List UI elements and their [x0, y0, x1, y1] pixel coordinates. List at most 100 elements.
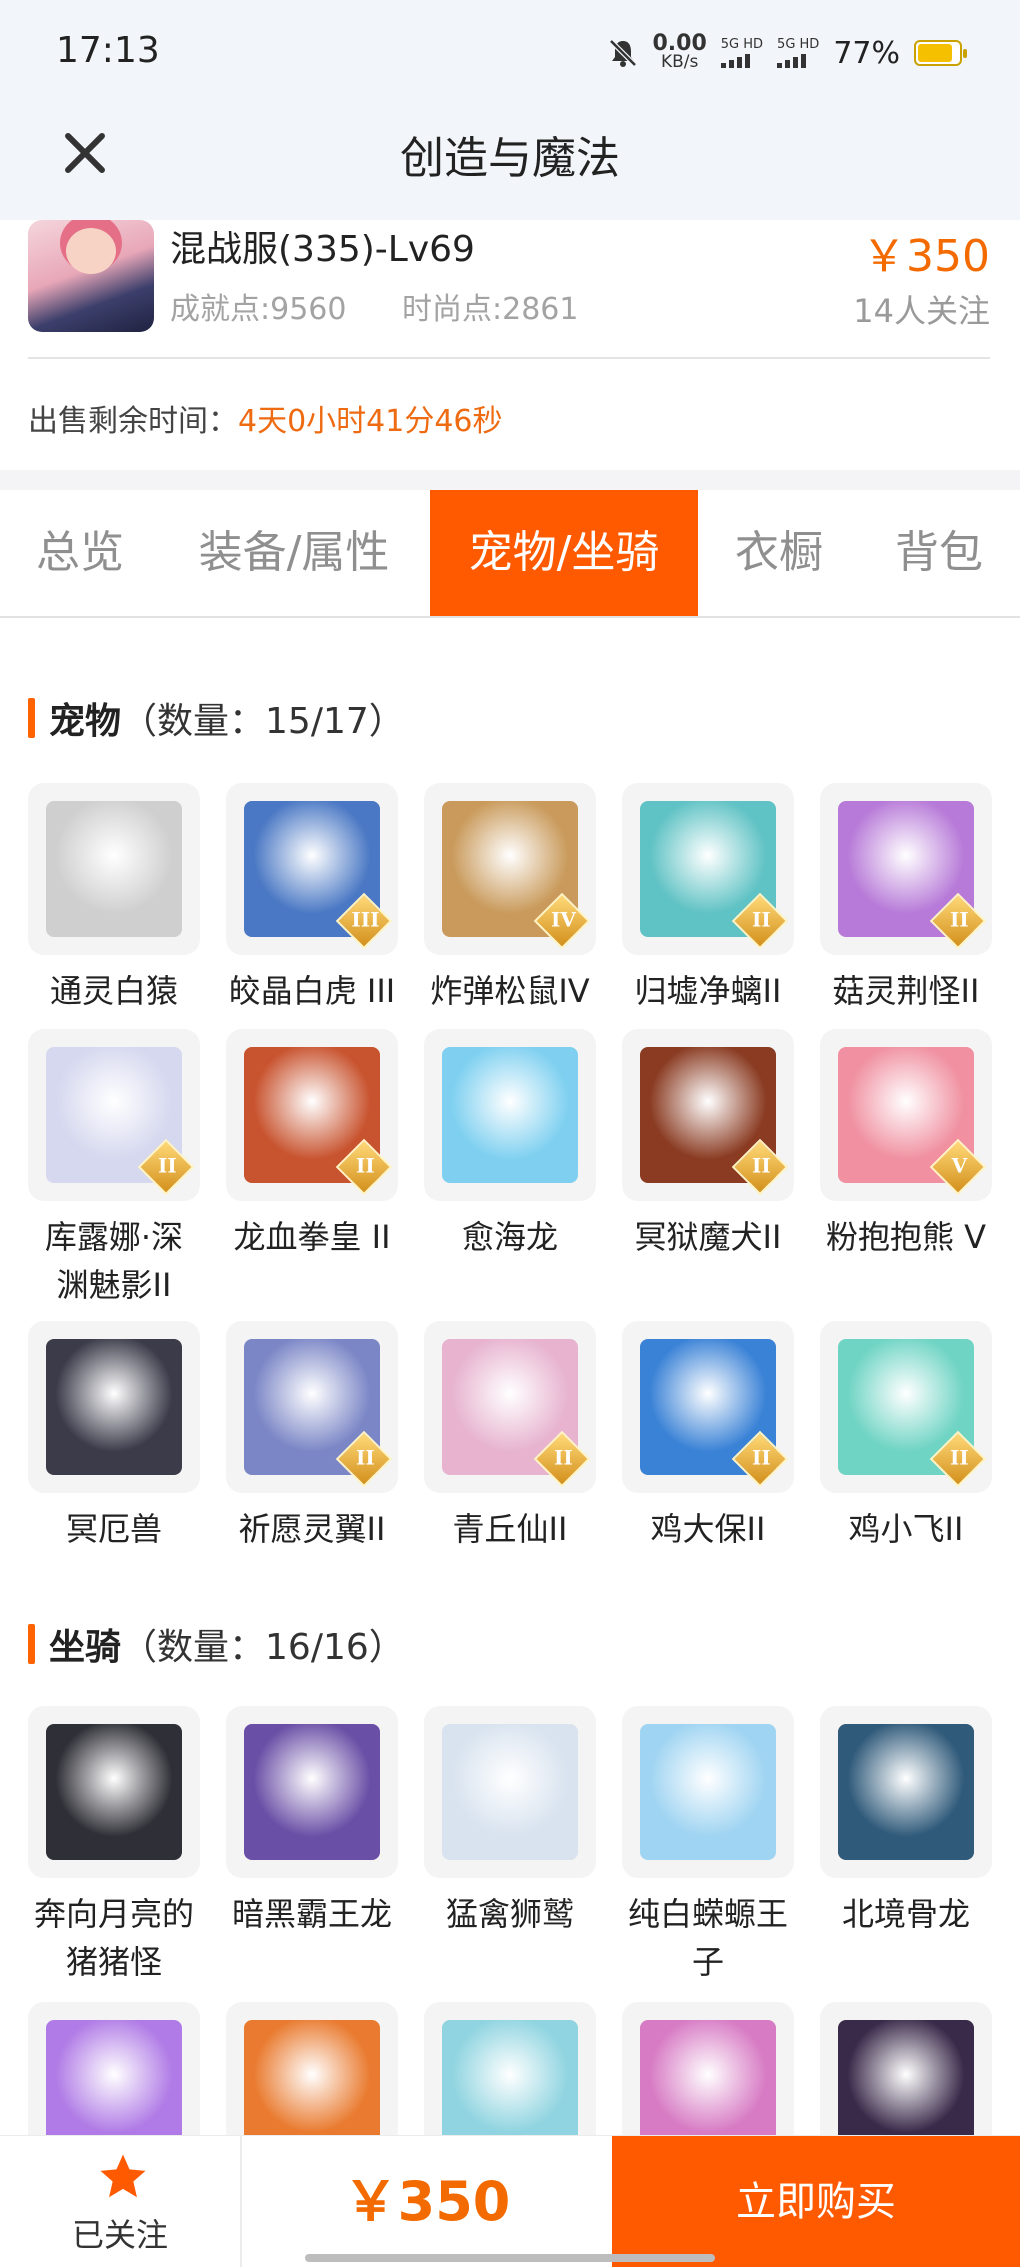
character-avatar — [28, 220, 154, 332]
pet-item[interactable]: II 青丘仙II — [424, 1321, 596, 1553]
fashion-points: 时尚点:2861 — [402, 292, 579, 327]
star-icon — [100, 2154, 146, 2198]
pet-name: 鸡小飞II — [848, 1510, 964, 1548]
home-indicator[interactable] — [305, 2254, 715, 2262]
pet-item[interactable]: II 库露娜·深渊魅影II — [28, 1029, 200, 1309]
bottom-price: ￥350 — [343, 2170, 511, 2233]
creature-image — [442, 1724, 578, 1860]
creature-image — [442, 1047, 578, 1183]
pet-thumbnail: II — [622, 1321, 794, 1493]
pet-name: 皎晶白虎 III — [228, 972, 396, 1010]
divider — [28, 357, 990, 359]
listing-price: ￥350 — [862, 231, 990, 282]
pet-thumbnail: II — [820, 1321, 992, 1493]
remaining-time: 出售剩余时间：4天0小时41分46秒 — [28, 404, 503, 439]
battery-percent: 77% — [833, 35, 900, 71]
mount-name: 奔向月亮的猪猪怪 — [33, 1895, 194, 1981]
mount-item[interactable]: 纯白蝾螈王子 — [622, 1706, 794, 1986]
page-title: 创造与魔法 — [400, 133, 620, 184]
tab-bar: 总览 装备/属性 宠物/坐骑 衣橱 背包 — [0, 490, 1020, 618]
pet-item[interactable]: II 鸡大保II — [622, 1321, 794, 1553]
creature-image — [46, 1339, 182, 1475]
mount-name: 纯白蝾螈王子 — [627, 1895, 788, 1981]
top-area: 17:13 0.00 KB/s 5G HD 5G HD 77% 创造与魔法 — [0, 0, 1020, 220]
mount-thumbnail — [226, 1706, 398, 1878]
bell-off-icon — [608, 39, 637, 67]
pet-thumbnail: II — [424, 1321, 596, 1493]
mount-thumbnail — [28, 1706, 200, 1878]
pet-item[interactable]: II 归墟净螭II — [622, 783, 794, 1015]
pet-item[interactable]: II 鸡小飞II — [820, 1321, 992, 1553]
tab-pets-mounts[interactable]: 宠物/坐骑 — [430, 490, 698, 616]
status-time: 17:13 — [56, 30, 160, 71]
achievement-points: 成就点:9560 — [170, 292, 347, 327]
signal-sim1: 5G HD — [720, 38, 763, 68]
signal-sim2: 5G HD — [777, 38, 819, 68]
creature-image — [46, 801, 182, 937]
follower-count: 14人关注 — [853, 292, 990, 330]
mount-thumbnail — [622, 1706, 794, 1878]
pet-item[interactable]: 通灵白猿 — [28, 783, 200, 1015]
pet-name: 粉抱抱熊 V — [825, 1218, 987, 1256]
tab-backpack[interactable]: 背包 — [874, 490, 1004, 616]
mount-item[interactable]: 猛禽狮鹫 — [424, 1706, 596, 1938]
tab-equipment[interactable]: 装备/属性 — [182, 490, 406, 616]
pet-item[interactable]: II 祈愿灵翼II — [226, 1321, 398, 1553]
pet-thumbnail: II — [28, 1029, 200, 1201]
pet-item[interactable]: II 冥狱魔犬II — [622, 1029, 794, 1261]
pet-thumbnail: II — [622, 1029, 794, 1201]
tab-wardrobe[interactable]: 衣橱 — [714, 490, 844, 616]
pet-name: 归墟净螭II — [634, 972, 782, 1010]
pet-item[interactable]: III 皎晶白虎 III — [226, 783, 398, 1015]
net-speed: 0.00 KB/s — [652, 31, 707, 72]
pet-thumbnail — [28, 783, 200, 955]
tab-overview[interactable]: 总览 — [8, 490, 152, 616]
mounts-section-title: 坐骑 （数量：16/16） — [28, 1618, 405, 1670]
creature-image — [244, 1724, 380, 1860]
pet-name: 青丘仙II — [452, 1510, 568, 1548]
mount-item[interactable]: 暗黑霸王龙 — [226, 1706, 398, 1938]
signal-icon — [720, 52, 750, 68]
pet-item[interactable]: II 菇灵荆怪II — [820, 783, 992, 1015]
mount-name: 猛禽狮鹫 — [445, 1895, 574, 1933]
character-card: 混战服(335)-Lv69 成就点:9560 时尚点:2861 ￥350 14人… — [0, 220, 1020, 470]
pet-item[interactable]: 冥厄兽 — [28, 1321, 200, 1553]
mount-thumbnail — [820, 1706, 992, 1878]
pet-item[interactable]: II 龙血拳皇 II — [226, 1029, 398, 1261]
pet-name: 冥狱魔犬II — [634, 1218, 782, 1256]
pet-thumbnail: V — [820, 1029, 992, 1201]
mount-item[interactable]: 北境骨龙 — [820, 1706, 992, 1938]
pets-section-title: 宠物 （数量：15/17） — [28, 692, 405, 744]
pet-item[interactable]: V 粉抱抱熊 V — [820, 1029, 992, 1261]
status-bar: 17:13 0.00 KB/s 5G HD 5G HD 77% — [0, 0, 1020, 108]
pet-name: 炸弹松鼠IV — [430, 972, 590, 1010]
buy-now-button[interactable]: 立即购买 — [612, 2136, 1020, 2267]
pet-name: 龙血拳皇 II — [233, 1218, 391, 1256]
character-name: 混战服(335)-Lv69 — [170, 229, 475, 270]
pet-name: 库露娜·深渊魅影II — [44, 1218, 184, 1304]
creature-image — [46, 1724, 182, 1860]
pet-thumbnail — [424, 1029, 596, 1201]
pet-thumbnail: II — [820, 783, 992, 955]
bottom-bar: 已关注 ￥350 立即购买 — [0, 2135, 1020, 2267]
pet-name: 愈海龙 — [461, 1218, 558, 1256]
mount-name: 北境骨龙 — [841, 1895, 970, 1933]
mount-item[interactable]: 奔向月亮的猪猪怪 — [28, 1706, 200, 1986]
signal-icon — [777, 52, 807, 68]
remaining-time-value: 4天0小时41分46秒 — [238, 404, 503, 439]
pet-item[interactable]: 愈海龙 — [424, 1029, 596, 1261]
creature-image — [838, 1724, 974, 1860]
pet-name: 冥厄兽 — [65, 1510, 162, 1548]
pet-name: 通灵白猿 — [49, 972, 178, 1010]
app-header: 创造与魔法 — [0, 108, 1020, 220]
follow-button[interactable]: 已关注 — [0, 2136, 242, 2267]
status-icons: 0.00 KB/s 5G HD 5G HD 77% — [607, 30, 967, 76]
mount-thumbnail — [424, 1706, 596, 1878]
pet-thumbnail: III — [226, 783, 398, 955]
pet-thumbnail: II — [226, 1321, 398, 1493]
battery-icon — [914, 40, 967, 66]
pet-thumbnail: IV — [424, 783, 596, 955]
follow-label: 已关注 — [71, 2216, 168, 2254]
pet-name: 祈愿灵翼II — [238, 1510, 386, 1548]
pet-item[interactable]: IV 炸弹松鼠IV — [424, 783, 596, 1015]
